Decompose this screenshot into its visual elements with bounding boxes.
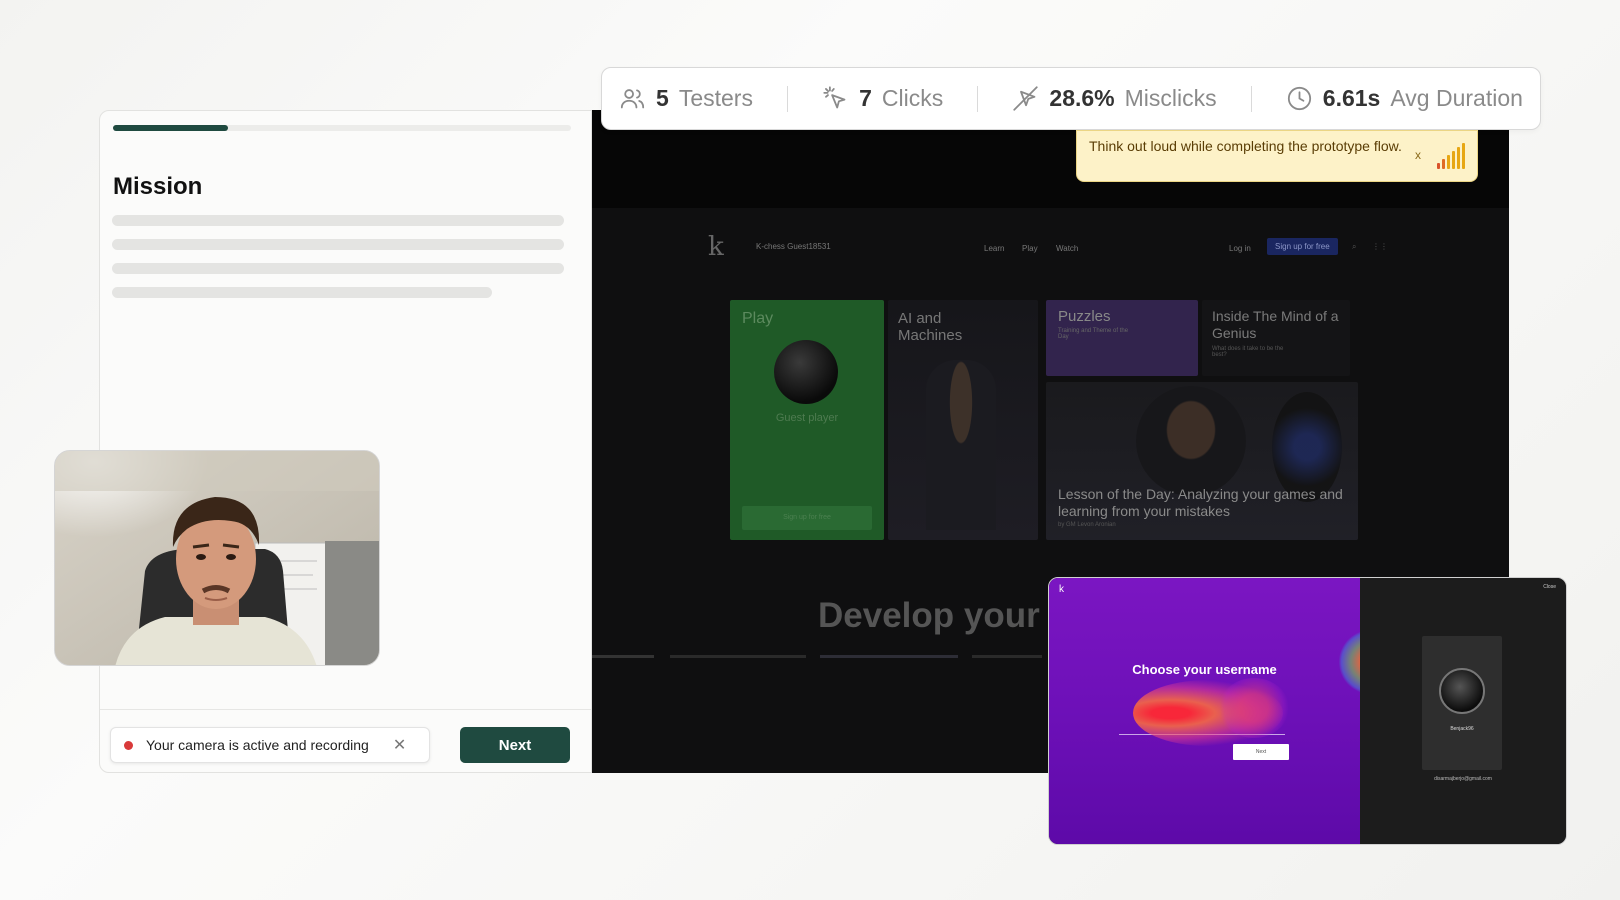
heatmap-next-button[interactable]: Next — [1233, 744, 1289, 760]
testers-label: Testers — [678, 85, 753, 111]
heatmap-close-link[interactable]: Close — [1543, 584, 1556, 590]
site-login[interactable]: Log in — [1229, 244, 1251, 253]
site-logo-icon: k — [708, 232, 724, 262]
lesson-portrait — [1136, 386, 1246, 496]
close-icon[interactable]: ✕ — [393, 735, 406, 755]
site-nav-learn[interactable]: Learn — [984, 244, 1004, 253]
webcam-preview — [54, 450, 380, 666]
text-placeholder-line — [112, 215, 564, 226]
guest-player-label: Guest player — [775, 412, 839, 424]
site-nav-watch[interactable]: Watch — [1056, 244, 1078, 253]
stat-duration: 6.61s Avg Duration — [1286, 85, 1523, 112]
text-placeholder-line — [112, 263, 564, 274]
stat-clicks: 7 Clicks — [822, 85, 943, 112]
puzzles-tile-sub: Training and Theme of the Day — [1058, 328, 1129, 340]
cursor-click-icon — [823, 86, 846, 109]
site-nav-play[interactable]: Play — [1022, 244, 1038, 253]
clicks-label: Clicks — [881, 85, 944, 111]
progress-fill — [113, 125, 228, 131]
divider — [787, 85, 789, 112]
play-signup-button[interactable]: Sign up for free — [742, 506, 872, 530]
profile-email: disarmajberjo@gmail.com — [1434, 776, 1492, 782]
avatar — [1439, 668, 1485, 714]
genius-tile-title: Inside The Mind of a Genius — [1212, 308, 1339, 341]
audio-level-icon — [1437, 143, 1465, 169]
lesson-tile[interactable]: Lesson of the Day: Analyzing your games … — [1046, 382, 1358, 540]
progress-bar — [113, 125, 571, 131]
heatmap-signup-panel: k Choose your username Next — [1049, 578, 1403, 844]
tooltip-text: Think out loud while completing the prot… — [1089, 138, 1402, 154]
stat-misclicks: 28.6% Misclicks — [1012, 85, 1217, 112]
grid-icon[interactable]: ⋮⋮ — [1372, 242, 1388, 251]
recording-status-text: Your camera is active and recording — [146, 737, 369, 753]
profile-card: Benjack96 — [1422, 636, 1502, 770]
recording-dot-icon — [124, 740, 133, 750]
carousel-bar — [820, 655, 958, 658]
misclicks-label: Misclicks — [1124, 85, 1217, 111]
clicks-value: 7 — [859, 85, 872, 111]
choose-username-title: Choose your username — [1132, 662, 1277, 677]
heatmap-profile-panel: Close Benjack96 disarmajberjo@gmail.com — [1360, 578, 1566, 844]
site-signup-button[interactable]: Sign up for free — [1267, 238, 1338, 255]
misclicks-value: 28.6% — [1049, 85, 1115, 111]
puzzles-tile-title: Puzzles — [1058, 308, 1111, 325]
duration-label: Avg Duration — [1390, 85, 1523, 111]
lesson-tile-title: Lesson of the Day: Analyzing your games … — [1058, 486, 1343, 519]
close-icon[interactable]: x — [1415, 145, 1421, 165]
stats-bar: 5 Testers 7 Clicks 28.6% Misclicks 6.61s… — [601, 67, 1541, 130]
lesson-tile-sub: by GM Levon Aronian — [1058, 522, 1116, 528]
text-placeholder-line — [112, 239, 564, 250]
site-user[interactable]: K-chess Guest18531 — [756, 242, 831, 251]
click-heat-blob — [1219, 678, 1289, 738]
text-placeholder-line — [112, 287, 492, 298]
mission-title: Mission — [113, 173, 203, 200]
divider — [1250, 85, 1252, 112]
puzzles-tile[interactable]: Puzzles Training and Theme of the Day — [1046, 300, 1198, 376]
clock-icon — [1287, 86, 1311, 111]
next-button[interactable]: Next — [460, 727, 570, 763]
divider — [977, 85, 979, 112]
carousel-bar — [972, 655, 1042, 658]
users-icon — [620, 89, 645, 109]
play-tile-title: Play — [742, 310, 774, 327]
genius-tile-sub: What does it take to be the best? — [1212, 346, 1284, 358]
guest-avatar — [774, 340, 838, 404]
carousel-bar — [592, 655, 654, 658]
mission-panel: Mission Your camera is active and record… — [99, 110, 592, 773]
ai-machines-tile[interactable]: AI and Machines — [888, 300, 1038, 540]
carousel-bar — [670, 655, 806, 658]
cursor-off-icon — [1013, 86, 1039, 111]
duration-value: 6.61s — [1322, 85, 1381, 111]
search-icon[interactable]: ⌕ — [1352, 242, 1356, 252]
profile-name: Benjack96 — [1450, 726, 1474, 732]
tester-face-image — [55, 451, 379, 665]
think-aloud-tooltip: Think out loud while completing the prot… — [1076, 130, 1478, 182]
site-nav: k K-chess Guest18531 Learn Play Watch Lo… — [592, 232, 1509, 262]
divider — [100, 709, 591, 710]
testers-value: 5 — [656, 85, 669, 111]
genius-tile[interactable]: Inside The Mind of a Genius What does it… — [1202, 300, 1350, 376]
ai-tile-title: AI and Machines — [898, 310, 963, 344]
play-tile[interactable]: Play Guest player Sign up for free — [730, 300, 884, 540]
site-logo-icon: k — [1059, 584, 1064, 595]
stat-testers: 5 Testers — [619, 85, 753, 112]
player-portrait — [926, 360, 996, 530]
heatmap-card[interactable]: k Choose your username Next Close Benjac… — [1048, 577, 1567, 845]
site-headline: Develop your — [818, 596, 1040, 635]
recording-notice: Your camera is active and recording ✕ — [110, 727, 430, 763]
